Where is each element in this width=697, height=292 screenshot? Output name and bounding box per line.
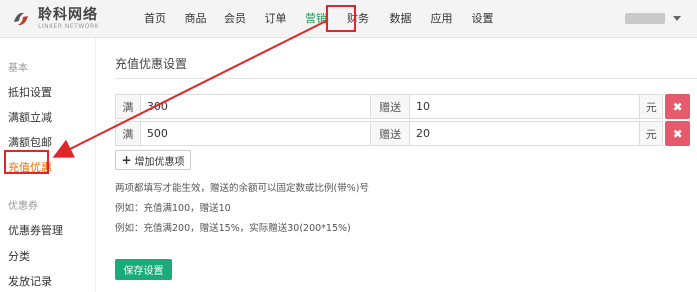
threshold-amount-input[interactable]: 500 [139,121,372,146]
divider [115,78,697,79]
sidebar-item-full-reduction[interactable]: 满额立减 [8,109,52,125]
brand-subtitle: LINKER NETWORK [38,23,100,30]
add-rule-label: 增加优惠项 [134,156,185,168]
annotation-highlight-box [4,150,49,174]
unit-label: 元 [639,121,664,146]
sidebar-item-coupon-manage[interactable]: 优惠券管理 [8,222,63,238]
page-title: 充值优惠设置 [115,57,188,71]
sidebar-group-title: 优惠券 [8,201,38,212]
prefix-label: 满 [115,121,141,146]
gift-label: 赠送 [370,94,410,119]
threshold-amount-input[interactable]: 300 [139,94,372,119]
logo-icon [10,8,32,30]
help-text: 两项都填写才能生效，赠送的余额可以固定数或比例(带%)号 [115,183,369,194]
sidebar-item-issue-records[interactable]: 发放记录 [8,273,52,289]
nav-item-goods[interactable]: 商品 [176,0,215,38]
nav-item-settings[interactable]: 设置 [462,0,503,38]
nav-item-home[interactable]: 首页 [134,0,176,38]
nav-item-apps[interactable]: 应用 [421,0,462,38]
add-rule-button[interactable]: + 增加优惠项 [115,150,191,170]
nav-item-members[interactable]: 会员 [215,0,255,38]
nav-item-orders[interactable]: 订单 [255,0,296,38]
sidebar-item-deduction[interactable]: 抵扣设置 [8,84,52,100]
main-nav: 首页 商品 会员 订单 营销 财务 数据 应用 设置 [134,0,503,38]
delete-rule-button[interactable]: ✖ [665,121,691,146]
brand-title: 聆科网络 [38,7,98,23]
main-content: 充值优惠设置 满 300 赠送 10 元 ✖ 满 500 赠送 20 元 ✖ +… [96,38,697,292]
discount-rule-row: 满 500 赠送 20 元 ✖ [115,121,691,146]
help-example: 例如：充值满200，赠送15%，实际赠送30(200*15%) [115,223,351,234]
nav-item-data[interactable]: 数据 [380,0,421,38]
logo[interactable]: 聆科网络 LINKER NETWORK [10,6,99,32]
annotation-highlight-box [326,5,356,32]
sidebar-item-category[interactable]: 分类 [8,248,30,264]
help-example: 例如：充值满100，赠送10 [115,203,231,214]
bonus-amount-input[interactable]: 10 [408,94,641,119]
plus-icon: + [121,153,132,167]
chevron-down-icon [673,16,681,21]
gift-label: 赠送 [370,121,410,146]
delete-rule-button[interactable]: ✖ [665,94,691,119]
top-bar: 聆科网络 LINKER NETWORK 首页 商品 会员 订单 营销 财务 数据… [0,0,697,38]
user-menu[interactable] [625,13,681,24]
sidebar-group-title: 基本 [8,63,28,74]
username-redacted [625,13,665,24]
sidebar-item-free-shipping[interactable]: 满额包邮 [8,134,52,150]
prefix-label: 满 [115,94,141,119]
discount-rule-row: 满 300 赠送 10 元 ✖ [115,94,691,119]
unit-label: 元 [639,94,664,119]
bonus-amount-input[interactable]: 20 [408,121,641,146]
save-button[interactable]: 保存设置 [115,259,172,280]
